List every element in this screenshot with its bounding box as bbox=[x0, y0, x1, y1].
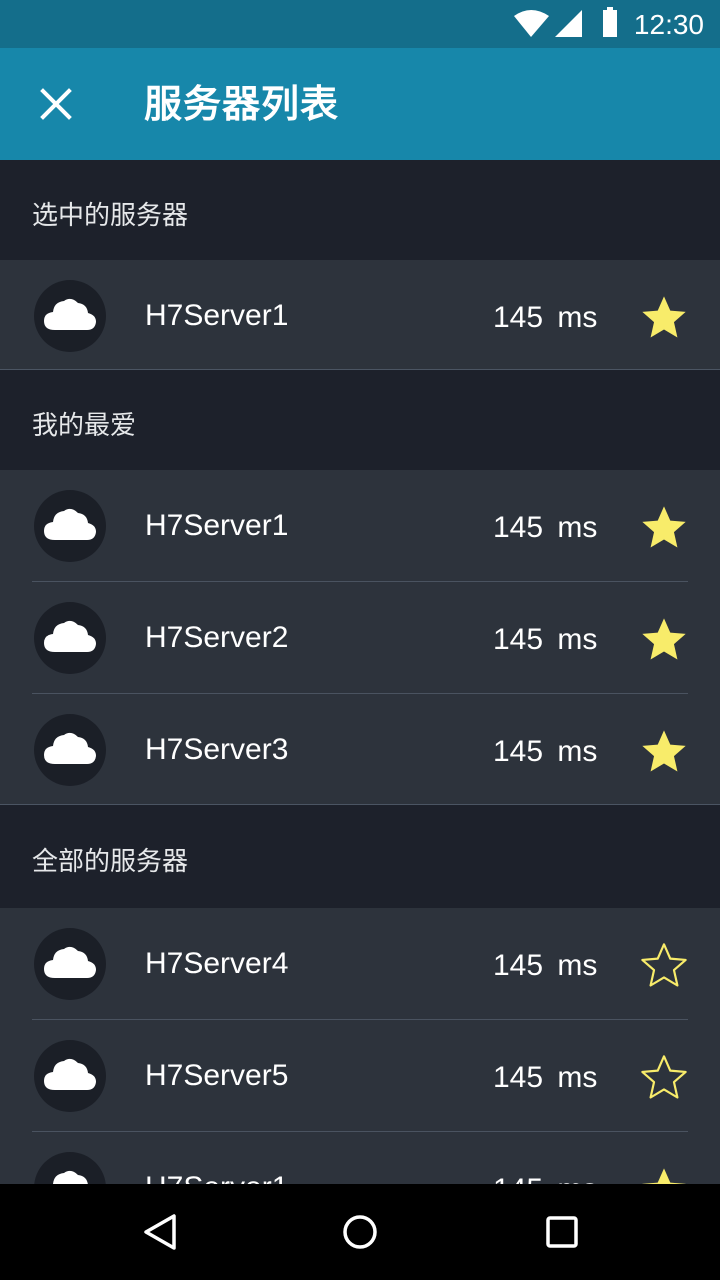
back-icon bbox=[144, 1214, 176, 1250]
close-button[interactable] bbox=[24, 72, 88, 136]
section-title: 选中的服务器 bbox=[32, 201, 189, 231]
favorite-star-button[interactable] bbox=[638, 502, 690, 554]
favorite-star-button[interactable] bbox=[638, 614, 690, 666]
section-header-all: 全部的服务器 bbox=[0, 805, 720, 908]
server-name: H7Server3 bbox=[145, 733, 289, 766]
close-icon bbox=[40, 88, 72, 120]
recents-icon bbox=[546, 1216, 578, 1248]
star-filled-icon bbox=[642, 506, 686, 548]
cloud-icon bbox=[44, 732, 96, 764]
wifi-icon bbox=[514, 10, 549, 37]
status-time: 12:30 bbox=[633, 9, 704, 40]
app-bar: 服务器列表 bbox=[0, 48, 720, 160]
server-name: H7Server1 bbox=[145, 299, 289, 332]
server-avatar bbox=[34, 714, 106, 786]
server-row[interactable]: H7Server2 145 ms bbox=[0, 582, 720, 694]
star-filled-icon bbox=[642, 730, 686, 772]
favorite-star-button[interactable] bbox=[638, 1052, 690, 1104]
server-avatar bbox=[34, 928, 106, 1000]
server-name: H7Server1 bbox=[145, 509, 289, 542]
server-ping: 145 ms bbox=[493, 735, 598, 768]
server-row[interactable]: H7Server3 145 ms bbox=[0, 694, 720, 804]
star-outline-icon bbox=[641, 943, 687, 987]
back-button[interactable] bbox=[132, 1204, 188, 1260]
navigation-bar bbox=[0, 1184, 720, 1280]
status-icons bbox=[514, 7, 617, 37]
cloud-icon bbox=[44, 298, 96, 330]
server-ping: 145 ms bbox=[493, 623, 598, 656]
server-ping: 145 ms bbox=[493, 511, 598, 544]
server-ping: 145 ms bbox=[493, 301, 598, 334]
section-header-favorites: 我的最爱 bbox=[0, 370, 720, 470]
cloud-icon bbox=[44, 946, 96, 978]
favorite-star-button[interactable] bbox=[638, 292, 690, 344]
section-title: 我的最爱 bbox=[32, 411, 137, 441]
server-avatar bbox=[34, 1040, 106, 1112]
server-ping: 145 ms bbox=[493, 949, 598, 982]
server-name: H7Server5 bbox=[145, 1059, 289, 1092]
server-row[interactable]: H7Server5 145 ms bbox=[0, 1020, 720, 1132]
cloud-icon bbox=[44, 620, 96, 652]
page-title: 服务器列表 bbox=[144, 82, 340, 126]
server-ping: 145 ms bbox=[493, 1061, 598, 1094]
recents-button[interactable] bbox=[534, 1204, 590, 1260]
star-filled-icon bbox=[642, 296, 686, 338]
server-avatar bbox=[34, 280, 106, 352]
home-icon bbox=[343, 1215, 377, 1249]
battery-icon bbox=[603, 7, 617, 37]
star-filled-icon bbox=[642, 618, 686, 660]
server-row[interactable]: H7Server4 145 ms bbox=[0, 908, 720, 1020]
cloud-icon bbox=[44, 1058, 96, 1090]
section-header-selected: 选中的服务器 bbox=[0, 160, 720, 260]
server-name: H7Server4 bbox=[145, 947, 289, 980]
server-avatar bbox=[34, 602, 106, 674]
server-name: H7Server2 bbox=[145, 621, 289, 654]
server-row[interactable]: H7Server1 145 ms bbox=[0, 470, 720, 582]
server-row[interactable]: H7Server1 145 ms bbox=[0, 260, 720, 369]
cloud-icon bbox=[44, 508, 96, 540]
signal-icon bbox=[555, 10, 582, 37]
section-title: 全部的服务器 bbox=[32, 847, 189, 877]
favorite-star-button[interactable] bbox=[638, 940, 690, 992]
server-avatar bbox=[34, 490, 106, 562]
home-button[interactable] bbox=[332, 1204, 388, 1260]
star-outline-icon bbox=[641, 1055, 687, 1099]
status-bar: 12:30 bbox=[0, 0, 720, 48]
favorite-star-button[interactable] bbox=[638, 726, 690, 778]
